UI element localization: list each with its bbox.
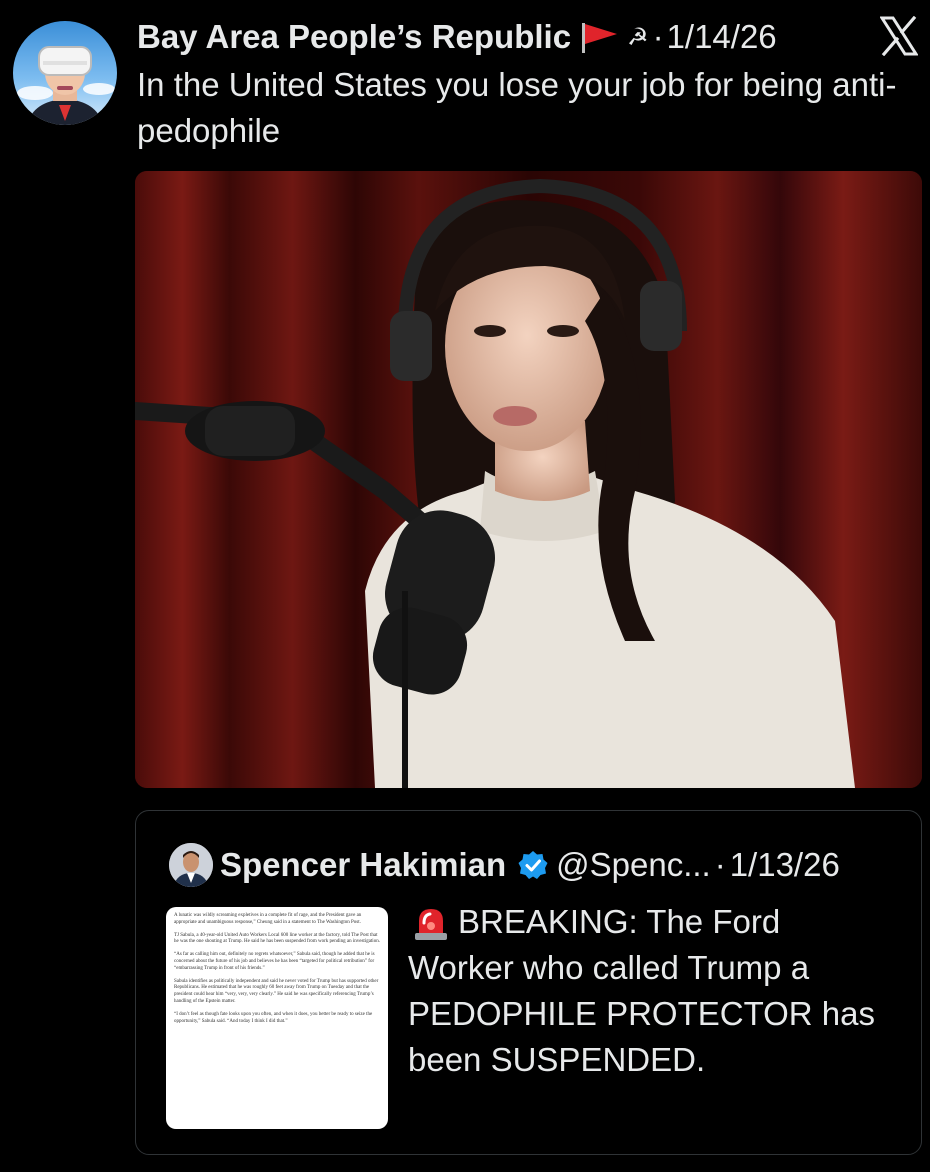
author-avatar[interactable]: [13, 21, 117, 125]
header-separator: ·: [652, 18, 664, 55]
post-text: In the United States you lose your job f…: [137, 66, 897, 149]
quoted-post-date[interactable]: 1/13/26: [730, 846, 840, 884]
quoted-article-thumbnail[interactable]: A lunatic was wildly screaming expletive…: [166, 907, 388, 1129]
author-name[interactable]: Bay Area People’s Republic: [137, 18, 571, 56]
quoted-post[interactable]: Spencer Hakimian @Spenc... · 1/13/26 A l…: [135, 810, 922, 1155]
thumbnail-paragraph: TJ Sabula, a 40-year-old United Auto Wor…: [174, 932, 380, 945]
quoted-author-name[interactable]: Spencer Hakimian: [220, 846, 506, 884]
quoted-author-handle[interactable]: @Spenc...: [556, 846, 711, 884]
thumbnail-paragraph: A lunatic was wildly screaming expletive…: [174, 913, 362, 925]
post-date[interactable]: 1/14/26: [667, 18, 777, 56]
quoted-post-header: Spencer Hakimian @Spenc... · 1/13/26: [220, 841, 840, 889]
thumbnail-paragraph: “I don’t feel as though fate looks upon …: [174, 1011, 373, 1024]
post-header: Bay Area People’s Republic ☭ · 1/14/26: [137, 14, 777, 60]
thumbnail-paragraph: “As far as calling him out, definitely n…: [174, 952, 375, 971]
thumbnail-article-text: A lunatic was wildly screaming expletive…: [166, 907, 388, 1037]
verified-badge-icon: [518, 851, 548, 879]
hammer-sickle-icon: ☭: [627, 23, 649, 51]
vr-headset-avatar-icon: [17, 46, 115, 125]
quoted-header-separator: ·: [714, 846, 726, 883]
profile-photo-icon: [169, 843, 213, 887]
quoted-post-text: BREAKING: The Ford Worker who called Tru…: [408, 903, 876, 1078]
post-media-image[interactable]: [135, 171, 922, 788]
quoted-author-avatar[interactable]: [169, 843, 213, 887]
x-logo-icon[interactable]: [880, 16, 918, 56]
red-flag-icon: [582, 23, 618, 53]
photo-image: [135, 171, 922, 788]
thumbnail-paragraph: Sabula identifies as politically indepen…: [174, 978, 379, 1004]
